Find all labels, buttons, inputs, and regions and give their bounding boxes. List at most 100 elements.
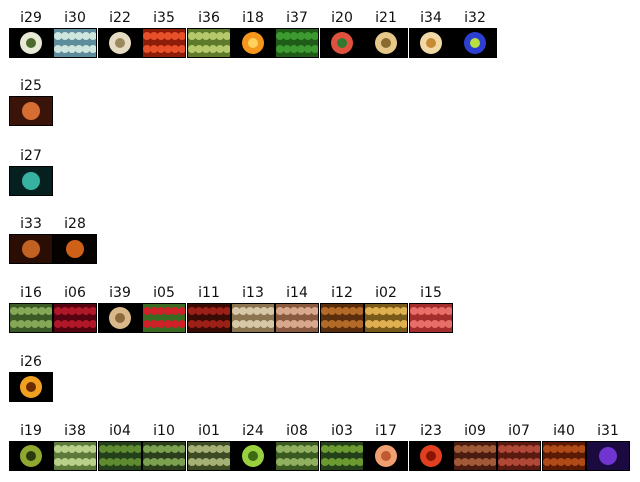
thumbnail-label: i27 [20, 148, 42, 164]
thumbnail-tile[interactable]: i08 [275, 421, 319, 471]
thumbnail-tile[interactable]: i31 [586, 421, 630, 471]
candle-cake-icon[interactable] [9, 234, 53, 264]
purple-spiral-icon[interactable] [586, 441, 630, 471]
thumbnail-label: i07 [508, 423, 530, 439]
thumbnail-tile[interactable]: i07 [497, 421, 541, 471]
white-onion-icon[interactable] [9, 28, 53, 58]
green-mango-icon[interactable] [187, 28, 231, 58]
thumbnail-tile[interactable]: i19 [9, 421, 53, 471]
thumbnail-tile[interactable]: i32 [453, 8, 497, 58]
red-cherries-icon[interactable] [53, 303, 97, 333]
thumbnail-label: i17 [375, 423, 397, 439]
thumbnail-tile[interactable]: i16 [9, 283, 53, 333]
thumbnail-tile[interactable]: i04 [98, 421, 142, 471]
red-beans-icon[interactable] [497, 441, 541, 471]
brussels-sprouts-icon[interactable] [9, 303, 53, 333]
pepper-slice-icon[interactable] [231, 441, 275, 471]
thumbnail-label: i31 [597, 423, 619, 439]
thumbnail-tile[interactable]: i30 [53, 8, 97, 58]
thumbnail-tile[interactable]: i10 [142, 421, 186, 471]
thumbnail-label: i37 [286, 10, 308, 26]
sunset-palm-icon[interactable] [9, 96, 53, 126]
thumbnail-tile[interactable]: i05 [142, 283, 186, 333]
thumbnail-tile[interactable]: i02 [364, 283, 408, 333]
dates-icon[interactable] [542, 441, 586, 471]
thumbnail-label: i38 [64, 423, 86, 439]
red-fruit-icon[interactable] [142, 28, 186, 58]
tomato-slice-icon[interactable] [409, 441, 453, 471]
pear-slice-icon[interactable] [98, 28, 142, 58]
thumbnail-tile[interactable]: i37 [275, 8, 319, 58]
thumbnail-tile[interactable]: i38 [53, 421, 97, 471]
white-bowl-icon[interactable] [53, 28, 97, 58]
thumbnail-label: i12 [331, 285, 353, 301]
thumbnail-tile[interactable]: i01 [187, 421, 231, 471]
thumbnail-tile[interactable]: i28 [53, 214, 97, 264]
thumbnail-label: i22 [109, 10, 131, 26]
ginger-roots-icon[interactable] [231, 303, 275, 333]
orange-slice-icon[interactable] [231, 28, 275, 58]
green-beans-icon[interactable] [320, 441, 364, 471]
thumbnail-tile[interactable]: i34 [409, 8, 453, 58]
herb-sprigs-icon[interactable] [142, 441, 186, 471]
papaya-slice-icon[interactable] [409, 28, 453, 58]
thumbnail-tile[interactable]: i24 [231, 421, 275, 471]
thumbnail-tile[interactable]: i17 [364, 421, 408, 471]
thumbnail-tile[interactable]: i13 [231, 283, 275, 333]
thumbnail-tile[interactable]: i18 [231, 8, 275, 58]
thumbnail-tile[interactable]: i15 [409, 283, 453, 333]
thumbnail-tile[interactable]: i29 [9, 8, 53, 58]
thumbnail-label: i24 [242, 423, 264, 439]
thumbnail-label: i04 [109, 423, 131, 439]
thumbnail-label: i25 [20, 78, 42, 94]
teal-swirl-icon[interactable] [9, 166, 53, 196]
thumbnail-label: i09 [464, 423, 486, 439]
thumbnail-tile[interactable]: i22 [98, 8, 142, 58]
thumbnail-tile[interactable]: i20 [320, 8, 364, 58]
onion-slice-icon[interactable] [364, 441, 408, 471]
leafy-greens-icon[interactable] [98, 441, 142, 471]
cantaloupe-icon[interactable] [98, 303, 142, 333]
thumbnail-tile[interactable]: i06 [53, 283, 97, 333]
sprouts-icon[interactable] [187, 441, 231, 471]
thumbnail-tile[interactable]: i35 [142, 8, 186, 58]
asparagus-icon[interactable] [275, 441, 319, 471]
thumbnail-label: i39 [109, 285, 131, 301]
thumbnail-tile[interactable]: i25 [9, 76, 53, 126]
brown-nuts-icon[interactable] [320, 303, 364, 333]
thumbnail-label: i11 [198, 285, 220, 301]
chestnuts-icon[interactable] [453, 441, 497, 471]
pink-fruits-icon[interactable] [409, 303, 453, 333]
red-berries-icon[interactable] [187, 303, 231, 333]
black-cat-silhouette-icon[interactable] [53, 234, 97, 264]
thumbnail-tile[interactable]: i33 [9, 214, 53, 264]
melon-halves-icon[interactable] [364, 28, 408, 58]
potatoes-icon[interactable] [275, 303, 319, 333]
thumbnail-tile[interactable]: i12 [320, 283, 364, 333]
watermelon-slice-icon[interactable] [320, 28, 364, 58]
thumbnail-label: i32 [464, 10, 486, 26]
thumbnail-label: i21 [375, 10, 397, 26]
thumbnail-label: i15 [420, 285, 442, 301]
blue-flower-icon[interactable] [453, 28, 497, 58]
thumbnail-label: i20 [331, 10, 353, 26]
corn-cobs-icon[interactable] [364, 303, 408, 333]
thumbnail-tile[interactable]: i26 [9, 352, 53, 402]
cabbage-icon[interactable] [53, 441, 97, 471]
thumbnail-tile[interactable]: i14 [275, 283, 319, 333]
thumbnail-tile[interactable]: i27 [9, 146, 53, 196]
thumbnail-tile[interactable]: i21 [364, 8, 408, 58]
thumbnail-tile[interactable]: i11 [187, 283, 231, 333]
thumbnail-tile[interactable]: i03 [320, 421, 364, 471]
thumbnail-tile[interactable]: i09 [453, 421, 497, 471]
thumbnail-label: i19 [20, 423, 42, 439]
thumbnail-label: i02 [375, 285, 397, 301]
thumbnail-tile[interactable]: i40 [542, 421, 586, 471]
radishes-icon[interactable] [142, 303, 186, 333]
green-peppers-icon[interactable] [275, 28, 319, 58]
kiwi-slice-icon[interactable] [9, 441, 53, 471]
thumbnail-tile[interactable]: i39 [98, 283, 142, 333]
thumbnail-tile[interactable]: i23 [409, 421, 453, 471]
orange-sunset-icon[interactable] [9, 372, 53, 402]
thumbnail-tile[interactable]: i36 [187, 8, 231, 58]
